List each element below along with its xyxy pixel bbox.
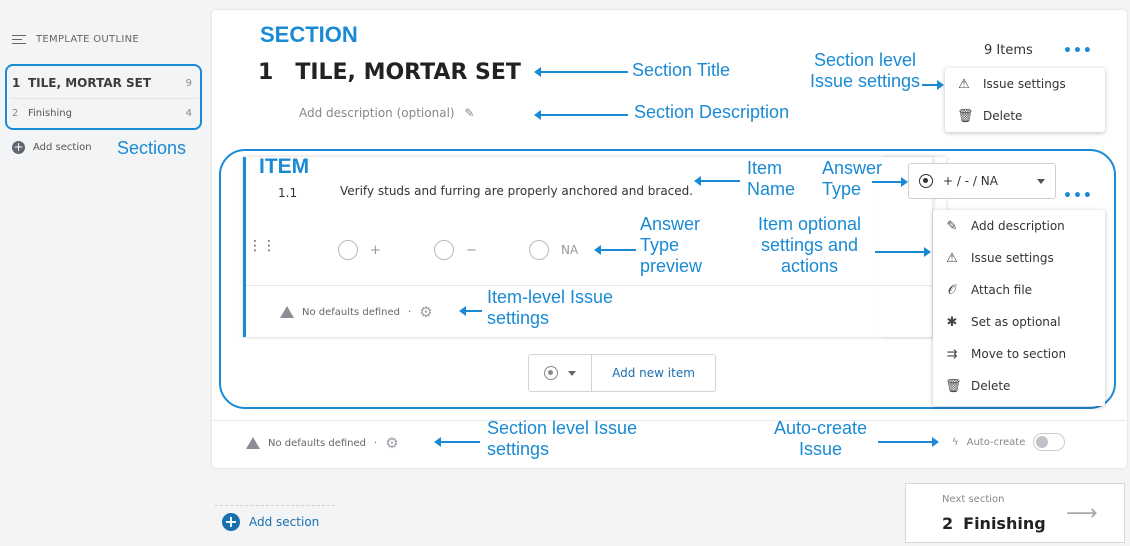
item-menu-issue-settings[interactable]: ⚠ Issue settings xyxy=(933,242,1105,274)
add-section-button[interactable]: + Add section xyxy=(222,513,319,531)
gear-icon[interactable]: ⚙ xyxy=(385,434,398,452)
section-menu-delete[interactable]: 🗑 Delete xyxy=(945,100,1105,132)
section-description-field[interactable]: Add description (optional) ✎ xyxy=(299,106,474,120)
arrow xyxy=(534,110,628,120)
annotation-section-issue-bottom: Section level Issue settings xyxy=(487,418,638,459)
annotation-section: SECTION xyxy=(260,22,358,47)
next-section-button[interactable]: Next section 2 Finishing ⟶ xyxy=(905,483,1125,543)
pencil-icon: ✎ xyxy=(464,106,475,120)
arrow xyxy=(872,177,908,187)
trash-icon: 🗑 xyxy=(945,378,962,394)
item-divider xyxy=(246,285,936,286)
next-section-name: 2 Finishing xyxy=(942,514,1046,533)
item-more-icon[interactable]: ••• xyxy=(1063,188,1093,204)
sidebar-section-1[interactable]: 1 TILE, MORTAR SET 9 xyxy=(12,76,192,90)
annotation-section-issue-settings: Section level Issue settings xyxy=(809,50,921,91)
radio-icon xyxy=(529,240,549,260)
radio-icon xyxy=(434,240,454,260)
answer-option-plus[interactable]: + xyxy=(338,240,381,260)
annotation-section-description: Section Description xyxy=(634,102,790,122)
section-divider xyxy=(213,420,1126,421)
arrow xyxy=(694,176,740,186)
annotation-item-name: Item Name xyxy=(747,158,796,199)
sidebar-section-2[interactable]: 2 Finishing 4 xyxy=(12,108,192,119)
item-menu-delete[interactable]: 🗑 Delete xyxy=(933,370,1105,402)
item-name[interactable]: Verify studs and furring are properly an… xyxy=(340,180,720,202)
arrow xyxy=(434,437,480,447)
toggle-switch[interactable] xyxy=(1033,433,1066,451)
annotation-sections: Sections xyxy=(117,138,187,158)
warning-icon: ⚠ xyxy=(946,250,958,266)
section-items-count: 9 Items xyxy=(984,43,1033,58)
answer-option-minus[interactable]: − xyxy=(434,240,477,260)
sidebar-section-count: 4 xyxy=(185,108,192,119)
gear-icon[interactable]: ⚙ xyxy=(419,303,432,321)
add-circle-icon: + xyxy=(12,140,25,154)
item-menu: ✎ Add description ⚠ Issue settings 𝒪 Att… xyxy=(933,210,1105,406)
add-new-item-control: Add new item xyxy=(528,354,716,392)
sidebar-section-label: TILE, MORTAR SET xyxy=(28,76,152,90)
annotation-item-optional: Item optional settings and actions xyxy=(757,214,862,276)
outline-header-label: TEMPLATE OUTLINE xyxy=(36,34,139,45)
item-menu-move-to-section[interactable]: ⇉ Move to section xyxy=(933,338,1105,370)
annotation-answer-type-preview: Answer Type preview xyxy=(640,214,703,276)
drag-handle-icon[interactable]: ⋮⋮ xyxy=(248,239,276,253)
lightning-icon: ϟ xyxy=(952,436,959,448)
arrow xyxy=(594,245,636,255)
item-menu-add-description[interactable]: ✎ Add description xyxy=(933,210,1105,242)
arrow-right-icon: ⟶ xyxy=(1066,501,1098,526)
asterisk-icon: ✱ xyxy=(946,314,958,330)
radio-icon xyxy=(338,240,358,260)
add-new-item-button[interactable]: Add new item xyxy=(592,366,715,380)
sidebar-divider xyxy=(10,98,198,99)
footer-dashed-line xyxy=(215,505,335,506)
caret-down-icon xyxy=(1037,178,1045,184)
annotation-auto-create: Auto-create Issue xyxy=(773,418,868,459)
item-number: 1.1 xyxy=(278,186,298,200)
warning-icon: ⚠ xyxy=(958,76,970,92)
answer-type-dropdown[interactable] xyxy=(529,355,592,391)
target-icon xyxy=(919,174,933,188)
next-section-label: Next section xyxy=(942,494,1005,505)
item-issue-settings[interactable]: No defaults defined · ⚙ xyxy=(280,303,433,321)
move-icon: ⇉ xyxy=(946,346,958,362)
answer-type-select[interactable]: + / - / NA xyxy=(908,163,1056,199)
annotation-answer-type: Answer Type xyxy=(822,158,883,199)
section-title[interactable]: 1 TILE, MORTAR SET xyxy=(258,60,521,85)
section-issue-settings[interactable]: No defaults defined · ⚙ xyxy=(246,434,399,452)
sections-highlight xyxy=(5,64,202,130)
caret-down-icon xyxy=(568,370,576,376)
section-menu-issue-settings[interactable]: ⚠ Issue settings xyxy=(945,68,1105,100)
section-title-text: TILE, MORTAR SET xyxy=(295,60,521,85)
annotation-item-issue-settings: Item-level Issue settings xyxy=(487,287,614,328)
target-icon xyxy=(544,366,558,380)
item-menu-attach-file[interactable]: 𝒪 Attach file xyxy=(933,274,1105,306)
outline-menu-icon xyxy=(12,34,26,45)
annotation-section-title: Section Title xyxy=(632,60,731,80)
arrow xyxy=(875,247,931,257)
sidebar-add-section-button[interactable]: + Add section xyxy=(12,141,92,154)
sidebar-section-label: Finishing xyxy=(28,108,72,119)
add-circle-icon: + xyxy=(222,513,240,531)
item-menu-set-optional[interactable]: ✱ Set as optional xyxy=(933,306,1105,338)
warning-icon xyxy=(280,306,294,318)
annotation-item: ITEM xyxy=(259,155,310,178)
template-outline-header[interactable]: TEMPLATE OUTLINE xyxy=(12,34,139,45)
answer-option-na[interactable]: NA xyxy=(529,240,578,260)
auto-create-toggle[interactable]: ϟ Auto-create xyxy=(952,433,1066,451)
arrow xyxy=(459,306,482,316)
sidebar-section-count: 9 xyxy=(185,77,192,89)
warning-icon xyxy=(246,437,260,449)
arrow xyxy=(878,437,939,447)
arrow xyxy=(534,67,628,77)
section-number: 1 xyxy=(258,60,274,85)
section-more-icon[interactable]: ••• xyxy=(1063,43,1093,59)
arrow xyxy=(922,80,944,90)
trash-icon: 🗑 xyxy=(957,108,974,124)
section-menu: ⚠ Issue settings 🗑 Delete xyxy=(945,68,1105,132)
edit-icon: ✎ xyxy=(946,218,958,234)
paperclip-icon: 𝒪 xyxy=(947,282,957,298)
